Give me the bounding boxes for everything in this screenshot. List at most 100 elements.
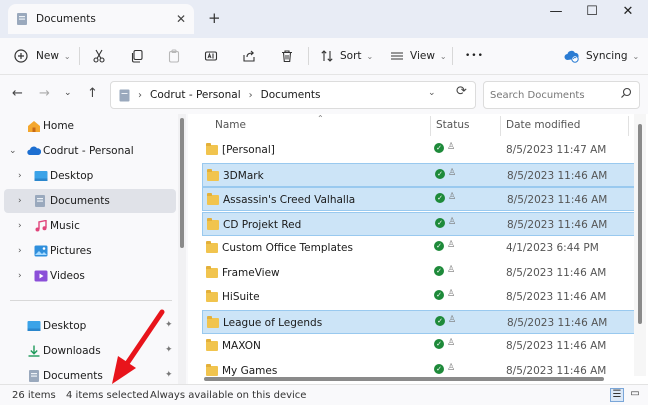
item-count: 26 items	[12, 390, 56, 401]
address-dropdown-icon[interactable]: ⌄	[428, 88, 436, 98]
desktop-folder-icon	[27, 321, 41, 331]
sidebar-scrollbar-thumb[interactable]	[180, 118, 184, 248]
maximize-button[interactable]: ☐	[582, 4, 602, 19]
refresh-icon[interactable]: ⟳	[456, 84, 467, 99]
trash-icon	[282, 50, 292, 63]
sidebar-item-label: Desktop	[43, 320, 87, 332]
documents-location-icon	[119, 89, 130, 101]
new-button[interactable]: New ⌄	[14, 44, 71, 68]
file-date-modified: 8/5/2023 11:46 AM	[507, 316, 608, 329]
column-header-date-modified[interactable]: Date modified	[506, 119, 580, 131]
chevron-down-icon: ⌄	[63, 51, 71, 61]
breadcrumb-documents[interactable]: Documents	[261, 89, 321, 101]
file-list: ⌃ Name Status Date modified [Personal] ✓ ♙…	[188, 114, 648, 384]
sync-status-button[interactable]: Syncing ⌄	[564, 44, 639, 68]
chevron-right-icon[interactable]: ›	[18, 246, 22, 256]
share-button[interactable]	[242, 44, 256, 68]
column-divider[interactable]	[500, 116, 501, 136]
sidebar-item-label: Pictures	[50, 245, 92, 257]
paste-button[interactable]	[167, 44, 181, 68]
toolbar-divider	[308, 47, 309, 65]
onedrive-sync-icon	[564, 50, 579, 63]
table-row[interactable]: [Personal] ✓ ♙ 8/5/2023 11:47 AM	[202, 138, 636, 162]
chevron-right-icon[interactable]: ›	[18, 196, 22, 206]
synced-check-icon: ✓	[434, 241, 444, 251]
column-header-name[interactable]: Name	[215, 119, 246, 131]
sidebar-item-music[interactable]: › Music	[0, 214, 176, 238]
view-button[interactable]: View ⌄	[390, 44, 447, 68]
folder-icon	[206, 241, 218, 253]
synced-check-icon: ✓	[434, 339, 444, 349]
column-divider[interactable]	[430, 116, 431, 136]
chevron-down-icon[interactable]: ⌄	[9, 146, 17, 156]
back-arrow-icon[interactable]: ←	[12, 86, 23, 101]
sidebar-item-label: Home	[43, 120, 75, 132]
table-row[interactable]: FrameView ✓ ♙ 8/5/2023 11:46 AM	[202, 261, 636, 285]
sync-status-label: Syncing	[586, 50, 628, 62]
tiles-view-icon[interactable]: ▭	[628, 388, 642, 402]
shared-person-icon: ♙	[448, 192, 457, 202]
more-options-button[interactable]: •••	[465, 44, 484, 68]
file-name: MAXON	[222, 340, 261, 352]
horizontal-scrollbar-thumb[interactable]	[204, 377, 604, 381]
share-icon	[243, 50, 255, 62]
minimize-button[interactable]: —	[546, 4, 566, 19]
tab-documents[interactable]: Documents ✕	[8, 4, 194, 34]
close-window-button[interactable]: ✕	[618, 4, 638, 19]
sidebar-pinned-downloads[interactable]: Downloads ✦	[0, 339, 176, 363]
table-row[interactable]: Assassin's Creed Valhalla ✓ ♙ 8/5/2023 11:4…	[202, 187, 636, 211]
chevron-right-icon[interactable]: ›	[18, 221, 22, 231]
folder-icon	[207, 168, 219, 181]
table-row[interactable]: MAXON ✓ ♙ 8/5/2023 11:46 AM	[202, 334, 636, 358]
column-header-status[interactable]: Status	[436, 119, 469, 131]
table-row[interactable]: CD Projekt Red ✓ ♙ 8/5/2023 11:46 AM	[202, 211, 636, 236]
new-tab-button[interactable]: +	[208, 9, 221, 27]
file-name: Assassin's Creed Valhalla	[223, 194, 356, 206]
up-arrow-icon[interactable]: ↑	[87, 86, 98, 101]
copy-button[interactable]	[130, 44, 144, 68]
search-icon	[621, 87, 632, 98]
folder-icon	[207, 193, 219, 205]
search-input[interactable]: Search Documents	[490, 90, 585, 101]
table-row[interactable]: 3DMark ✓ ♙ 8/5/2023 11:46 AM	[202, 162, 636, 187]
sidebar-item-pictures[interactable]: › Pictures	[0, 239, 176, 263]
videos-icon	[34, 270, 48, 282]
pin-icon: ✦	[165, 320, 173, 330]
shared-person-icon: ♙	[447, 264, 456, 275]
breadcrumb-codrut-personal[interactable]: Codrut - Personal	[150, 89, 241, 101]
folder-icon	[206, 339, 218, 351]
chevron-right-icon[interactable]: ›	[18, 271, 22, 281]
copy-icon	[131, 49, 143, 63]
shared-person-icon: ♙	[447, 142, 456, 152]
synced-check-icon: ✓	[434, 265, 444, 276]
sort-button[interactable]: Sort ⌄	[320, 44, 373, 68]
delete-button[interactable]	[280, 44, 294, 68]
file-date-modified: 8/5/2023 11:46 AM	[506, 266, 607, 279]
address-bar[interactable]: › Codrut - Personal › Documents	[110, 81, 476, 109]
table-row[interactable]: Custom Office Templates ✓ ♙ 4/1/2023 6:44 P…	[202, 236, 636, 260]
sidebar-item-documents[interactable]: › Documents	[4, 189, 176, 213]
tab-close-icon[interactable]: ✕	[176, 12, 186, 26]
forward-arrow-icon[interactable]: →	[39, 86, 50, 101]
shared-person-icon: ♙	[447, 362, 456, 373]
table-row[interactable]: League of Legends ✓ ♙ 8/5/2023 11:46 AM	[202, 309, 636, 334]
details-view-icon[interactable]: ☰	[610, 388, 624, 402]
sidebar-item-videos[interactable]: › Videos	[0, 264, 176, 288]
desktop-folder-icon	[34, 171, 48, 181]
navigation-pane: Home ⌄ Codrut - Personal › Desktop › Doc…	[0, 114, 188, 384]
sidebar-pinned-desktop[interactable]: Desktop ✦	[0, 314, 176, 338]
chevron-right-icon[interactable]: ›	[18, 171, 22, 181]
folder-icon	[206, 143, 218, 155]
rename-icon	[204, 51, 218, 61]
search-box[interactable]: Search Documents	[483, 81, 640, 109]
table-row[interactable]: HiSuite ✓ ♙ 8/5/2023 11:46 AM	[202, 285, 636, 309]
recent-locations-chevron-icon[interactable]: ⌄	[64, 88, 72, 98]
sidebar-item-home[interactable]: Home	[0, 114, 176, 138]
file-list-scrollbar-thumb[interactable]	[638, 124, 642, 324]
column-divider[interactable]	[628, 116, 629, 136]
rename-button[interactable]	[204, 44, 218, 68]
sidebar-item-desktop[interactable]: › Desktop	[0, 164, 176, 188]
sidebar-item-codrut-personal[interactable]: ⌄ Codrut - Personal	[0, 139, 176, 163]
cut-button[interactable]	[92, 44, 106, 68]
sidebar-item-label: Downloads	[43, 345, 101, 357]
